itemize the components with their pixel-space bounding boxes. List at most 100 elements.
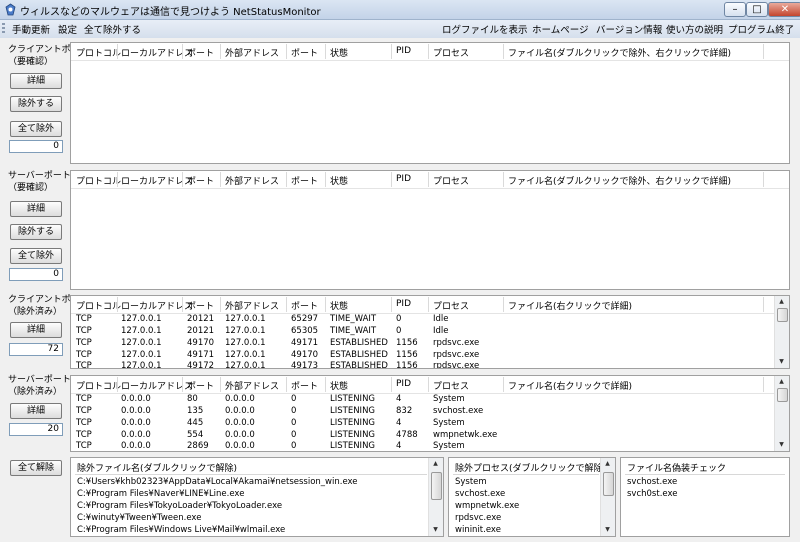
col-state[interactable]: 状態 [330, 46, 348, 59]
menu-exit[interactable]: プログラム終了 [728, 22, 794, 36]
list-item[interactable]: C:¥Program Files¥Windows Live¥Mail¥wlmai… [77, 524, 285, 536]
list-item[interactable]: C:¥Program Files¥TokyoLoader¥TokyoLoader… [77, 500, 282, 512]
col-remote-address[interactable]: 外部アドレス [225, 299, 279, 312]
col-pid[interactable]: PID [396, 46, 411, 56]
server-confirm-table[interactable]: プロトコル ローカルアドレス ポート 外部アドレス ポート 状態 PID プロセ… [70, 170, 790, 290]
menu-manual-refresh[interactable]: 手動更新 [12, 22, 50, 36]
filename-spoof-check-list[interactable]: ファイル名偽装チェック svchost.exe svch0st.exe [620, 457, 790, 537]
col-remote-address[interactable]: 外部アドレス [225, 379, 279, 392]
scroll-up-arrow-icon[interactable]: ▲ [601, 458, 614, 470]
table-row[interactable]: TCP 127.0.0.1 20121 127.0.0.1 65305 TIME… [71, 325, 789, 337]
col-local-port[interactable]: ポート [187, 46, 214, 59]
table-row[interactable]: TCP 127.0.0.1 49172 127.0.0.1 49173 ESTA… [71, 360, 789, 368]
table-row[interactable]: TCP 0.0.0.0 80 0.0.0.0 0 LISTENING 4 Sys… [71, 393, 789, 405]
menu-settings[interactable]: 設定 [58, 22, 77, 36]
server-confirm-detail-button[interactable]: 詳細 [10, 201, 62, 217]
client-excluded-detail-button[interactable]: 詳細 [10, 322, 62, 338]
menu-version-info[interactable]: バージョン情報 [596, 22, 662, 36]
col-local-port[interactable]: ポート [187, 174, 214, 187]
col-process[interactable]: プロセス [433, 299, 469, 312]
col-local-port[interactable]: ポート [187, 379, 214, 392]
server-confirm-exclude-button[interactable]: 除外する [10, 224, 62, 240]
vertical-scrollbar[interactable]: ▲ ▼ [774, 296, 789, 368]
client-confirm-detail-button[interactable]: 詳細 [10, 73, 62, 89]
col-pid[interactable]: PID [396, 299, 411, 309]
list-item[interactable]: C:¥Users¥khb02323¥AppData¥Local¥Akamai¥n… [77, 476, 358, 488]
scroll-down-arrow-icon[interactable]: ▼ [775, 356, 788, 368]
table-row[interactable]: TCP 0.0.0.0 445 0.0.0.0 0 LISTENING 4 Sy… [71, 417, 789, 429]
scroll-down-arrow-icon[interactable]: ▼ [775, 439, 788, 451]
close-button[interactable]: ✕ [768, 2, 800, 17]
server-confirm-exclude-all-button[interactable]: 全て除外 [10, 248, 62, 264]
list-item[interactable]: C:¥Program Files¥Naver¥LINE¥Line.exe [77, 488, 244, 500]
excluded-processes-list[interactable]: 除外プロセス(ダブルクリックで解除) System svchost.exe wm… [448, 457, 616, 537]
col-remote-address[interactable]: 外部アドレス [225, 46, 279, 59]
excluded-files-list[interactable]: 除外ファイル名(ダブルクリックで解除) C:¥Users¥khb02323¥Ap… [70, 457, 444, 537]
table-row[interactable]: TCP 127.0.0.1 49170 127.0.0.1 49171 ESTA… [71, 337, 789, 349]
vertical-scrollbar[interactable]: ▲ ▼ [600, 458, 615, 536]
vertical-scrollbar[interactable]: ▲ ▼ [774, 376, 789, 451]
col-pid[interactable]: PID [396, 379, 411, 389]
col-pid[interactable]: PID [396, 174, 411, 184]
col-remote-port[interactable]: ポート [291, 174, 318, 187]
col-state[interactable]: 状態 [330, 379, 348, 392]
menu-how-to-use[interactable]: 使い方の説明 [666, 22, 723, 36]
col-protocol[interactable]: プロトコル [76, 299, 121, 312]
server-excluded-detail-button[interactable]: 詳細 [10, 403, 62, 419]
cell-protocol: TCP [76, 394, 92, 404]
menu-homepage[interactable]: ホームページ [532, 22, 589, 36]
list-item[interactable]: wmpnetwk.exe [455, 500, 519, 512]
col-state[interactable]: 状態 [330, 174, 348, 187]
menu-exclude-all[interactable]: 全て除外する [84, 22, 141, 36]
scroll-down-arrow-icon[interactable]: ▼ [429, 524, 442, 536]
scroll-thumb[interactable] [603, 472, 614, 496]
col-remote-port[interactable]: ポート [291, 299, 318, 312]
cell-process: System [433, 418, 465, 428]
scroll-down-arrow-icon[interactable]: ▼ [601, 524, 614, 536]
scroll-up-arrow-icon[interactable]: ▲ [429, 458, 442, 470]
scroll-thumb[interactable] [777, 308, 788, 322]
list-item[interactable]: rpdsvc.exe [455, 512, 501, 524]
cell-pid: 832 [396, 406, 413, 416]
col-process[interactable]: プロセス [433, 174, 469, 187]
col-remote-address[interactable]: 外部アドレス [225, 174, 279, 187]
cell-local-address: 127.0.0.1 [121, 314, 162, 324]
col-protocol[interactable]: プロトコル [76, 379, 121, 392]
table-row[interactable]: TCP 0.0.0.0 135 0.0.0.0 0 LISTENING 832 … [71, 405, 789, 417]
scroll-thumb[interactable] [777, 388, 788, 402]
table-row[interactable]: TCP 127.0.0.1 20121 127.0.0.1 65297 TIME… [71, 313, 789, 325]
col-filename[interactable]: ファイル名(ダブルクリックで除外、右クリックで詳細) [508, 174, 731, 187]
col-state[interactable]: 状態 [330, 299, 348, 312]
list-item[interactable]: wininit.exe [455, 524, 501, 536]
cell-protocol: TCP [76, 406, 92, 416]
col-filename[interactable]: ファイル名(右クリックで詳細) [508, 379, 632, 392]
clear-all-button[interactable]: 全て解除 [10, 460, 62, 476]
menu-show-log[interactable]: ログファイルを表示 [442, 22, 528, 36]
scroll-thumb[interactable] [431, 472, 442, 500]
list-item[interactable]: svchost.exe [627, 476, 677, 488]
col-remote-port[interactable]: ポート [291, 46, 318, 59]
col-filename[interactable]: ファイル名(右クリックで詳細) [508, 299, 632, 312]
col-filename[interactable]: ファイル名(ダブルクリックで除外、右クリックで詳細) [508, 46, 731, 59]
client-confirm-exclude-all-button[interactable]: 全て除外 [10, 121, 62, 137]
col-remote-port[interactable]: ポート [291, 379, 318, 392]
scroll-up-arrow-icon[interactable]: ▲ [775, 376, 788, 388]
list-item[interactable]: svch0st.exe [627, 488, 677, 500]
client-confirm-table[interactable]: プロトコル ローカルアドレス ポート 外部アドレス ポート 状態 PID プロセ… [70, 42, 790, 164]
scroll-up-arrow-icon[interactable]: ▲ [775, 296, 788, 308]
list-item[interactable]: svchost.exe [455, 488, 505, 500]
col-local-port[interactable]: ポート [187, 299, 214, 312]
col-protocol[interactable]: プロトコル [76, 46, 121, 59]
server-excluded-table[interactable]: プロトコル ローカルアドレス ポート 外部アドレス ポート 状態 PID プロセ… [70, 375, 790, 452]
table-row[interactable]: TCP 0.0.0.0 2869 0.0.0.0 0 LISTENING 4 S… [71, 440, 789, 451]
minimize-button[interactable]: – [724, 2, 746, 17]
vertical-scrollbar[interactable]: ▲ ▼ [428, 458, 443, 536]
list-item[interactable]: System [455, 476, 487, 488]
maximize-button[interactable]: □ [746, 2, 768, 17]
list-item[interactable]: C:¥winuty¥Tween¥Tween.exe [77, 512, 201, 524]
col-process[interactable]: プロセス [433, 379, 469, 392]
col-protocol[interactable]: プロトコル [76, 174, 121, 187]
col-process[interactable]: プロセス [433, 46, 469, 59]
client-confirm-exclude-button[interactable]: 除外する [10, 96, 62, 112]
client-excluded-table[interactable]: プロトコル ローカルアドレス ポート 外部アドレス ポート 状態 PID プロセ… [70, 295, 790, 369]
